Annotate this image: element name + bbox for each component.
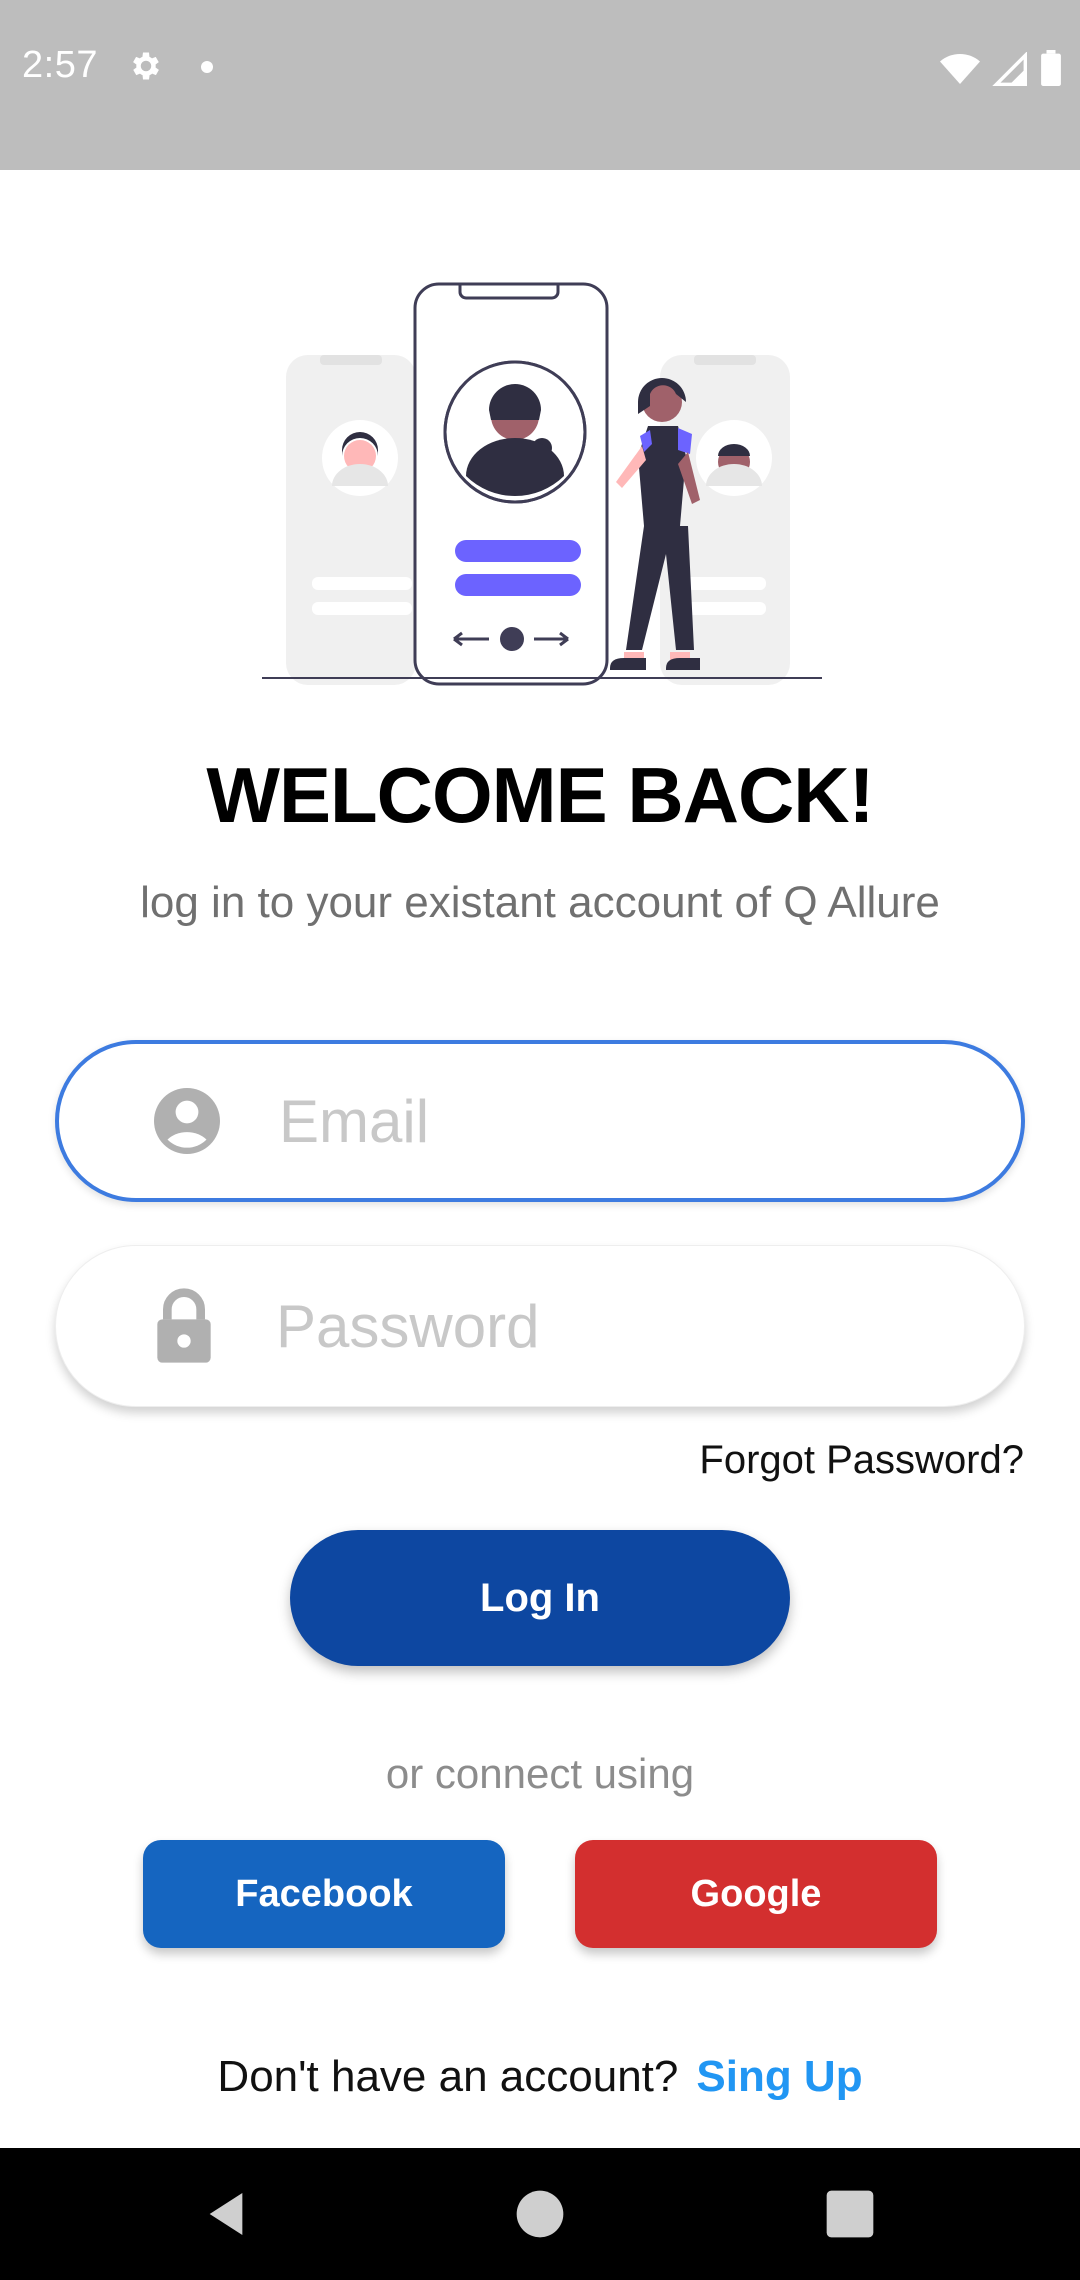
background-phone-left-icon bbox=[286, 355, 416, 685]
navigation-bar bbox=[0, 2148, 1080, 2280]
cell-signal-icon bbox=[992, 52, 1027, 86]
recents-icon[interactable] bbox=[822, 2186, 878, 2242]
home-icon[interactable] bbox=[512, 2186, 568, 2242]
forgot-password-link[interactable]: Forgot Password? bbox=[699, 1438, 1024, 1483]
facebook-button[interactable]: Facebook bbox=[143, 1840, 505, 1948]
signup-row: Don't have an account? Sing Up bbox=[0, 2052, 1080, 2102]
email-input[interactable] bbox=[279, 1076, 981, 1166]
login-illustration bbox=[262, 282, 822, 686]
battery-icon bbox=[1041, 50, 1061, 86]
status-bar: 2:57 bbox=[0, 0, 1080, 170]
status-time: 2:57 bbox=[22, 44, 98, 86]
signup-prompt: Don't have an account? bbox=[217, 2052, 679, 2101]
gear-icon bbox=[133, 52, 159, 80]
signup-link[interactable]: Sing Up bbox=[696, 2052, 862, 2101]
wifi-icon bbox=[940, 54, 980, 84]
email-field[interactable] bbox=[55, 1040, 1025, 1202]
password-input[interactable] bbox=[276, 1281, 984, 1371]
page-title: WELCOME BACK! bbox=[206, 751, 874, 839]
status-icons bbox=[940, 48, 1062, 86]
password-field[interactable] bbox=[55, 1245, 1025, 1407]
connect-prompt: or connect using bbox=[385, 1750, 695, 1797]
back-icon[interactable] bbox=[198, 2186, 254, 2242]
google-button[interactable]: Google bbox=[575, 1840, 937, 1948]
lock-icon bbox=[144, 1286, 224, 1366]
page-subtitle: log in to your existant account of Q All… bbox=[140, 878, 940, 927]
login-button[interactable]: Log In bbox=[290, 1530, 790, 1666]
notification-dot-icon bbox=[201, 61, 213, 73]
person-icon bbox=[147, 1081, 227, 1161]
